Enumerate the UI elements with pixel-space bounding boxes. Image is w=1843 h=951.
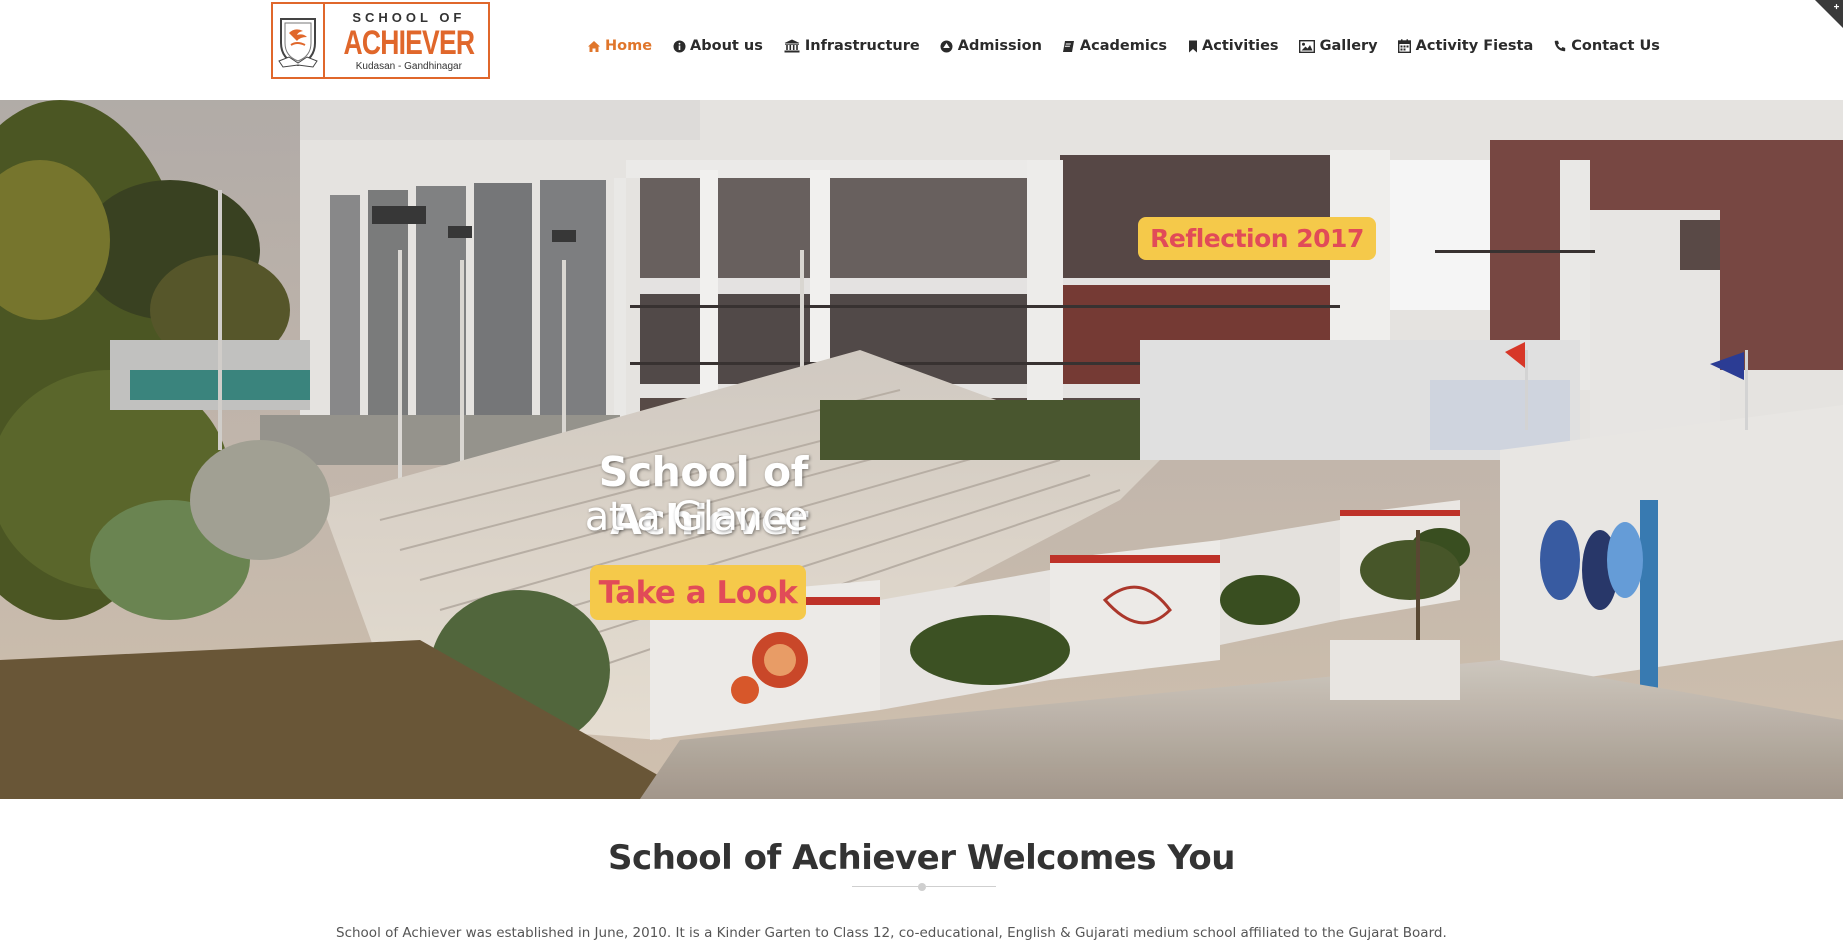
hero-banner: School of Achiever at a Glance Take a Lo… — [0, 100, 1843, 799]
logo-wordmark: SCHOOL OF ACHIEVER Kudasan - Gandhinagar — [325, 4, 493, 77]
logo-line-location: Kudasan - Gandhinagar — [355, 60, 462, 72]
welcome-heading: School of Achiever Welcomes You — [608, 838, 1235, 878]
divider-line-left — [852, 886, 922, 887]
nav-label-home: Home — [605, 38, 653, 54]
hero-subtitle: at a Glance — [584, 494, 809, 540]
logo-line-school-of: SCHOOL OF — [352, 9, 466, 25]
school-campus-photo — [0, 100, 1843, 799]
divider-line-right — [926, 886, 996, 887]
nav-item-home[interactable]: Home — [587, 38, 652, 54]
nav-item-contact-us[interactable]: Contact Us — [1553, 38, 1660, 54]
bookmark-icon — [1187, 39, 1198, 53]
main-nav: Home About us Infrastructure Admission A… — [587, 34, 1680, 58]
reflection-2017-button[interactable]: Reflection 2017 — [1138, 217, 1376, 260]
home-icon — [587, 39, 601, 53]
welcome-intro-continuation — [336, 943, 1536, 951]
nav-label-admission: Admission — [957, 38, 1042, 54]
bank-icon — [783, 39, 801, 53]
welcome-intro-text: School of Achiever was established in Ju… — [336, 925, 1447, 941]
nav-item-about-us[interactable]: About us — [672, 38, 763, 54]
school-logo[interactable]: SCHOOL OF ACHIEVER Kudasan - Gandhinagar — [271, 2, 490, 79]
section-divider — [852, 882, 996, 892]
image-icon — [1299, 39, 1316, 53]
book-icon — [1062, 39, 1076, 53]
nav-label-activities: Activities — [1202, 38, 1279, 54]
corner-toggle-button[interactable] — [1807, 0, 1843, 36]
nav-item-admission[interactable]: Admission — [940, 38, 1042, 54]
divider-dot — [918, 883, 926, 891]
logo-line-achiever: ACHIEVER — [343, 23, 475, 62]
calendar-icon — [1398, 39, 1412, 53]
nav-item-activities[interactable]: Activities — [1187, 38, 1279, 54]
nav-label-academics: Academics — [1079, 38, 1168, 54]
school-emblem-icon — [273, 4, 325, 77]
nav-item-activity-fiesta[interactable]: Activity Fiesta — [1398, 38, 1534, 54]
nav-item-academics[interactable]: Academics — [1062, 38, 1167, 54]
nav-item-infrastructure[interactable]: Infrastructure — [783, 38, 920, 54]
phone-icon — [1553, 39, 1567, 53]
nav-label-contact-us: Contact Us — [1571, 38, 1660, 54]
site-header: SCHOOL OF ACHIEVER Kudasan - Gandhinagar… — [0, 0, 1843, 100]
nav-label-activity-fiesta: Activity Fiesta — [1415, 38, 1534, 54]
nav-item-gallery[interactable]: Gallery — [1299, 38, 1378, 54]
info-circle-icon — [672, 39, 686, 53]
nav-label-gallery: Gallery — [1319, 38, 1378, 54]
nav-label-about-us: About us — [690, 38, 763, 54]
nav-label-infrastructure: Infrastructure — [804, 38, 920, 54]
take-a-look-button[interactable]: Take a Look — [590, 565, 806, 620]
arrow-circle-up-icon — [940, 39, 954, 53]
